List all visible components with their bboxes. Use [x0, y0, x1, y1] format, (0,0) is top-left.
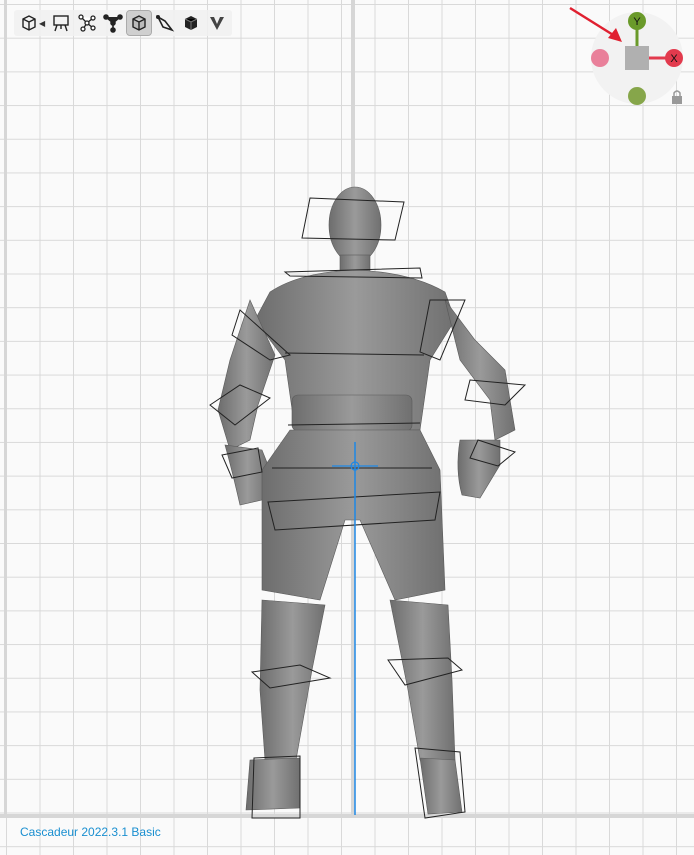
y-axis-label: Y — [633, 16, 641, 28]
easel-icon[interactable] — [49, 11, 73, 35]
v-shape-icon[interactable] — [205, 11, 229, 35]
x-axis-label: X — [670, 53, 678, 65]
view-cube-icon[interactable] — [17, 11, 41, 35]
negative-x-handle[interactable] — [591, 49, 609, 67]
lock-icon[interactable] — [672, 90, 682, 104]
negative-y-handle[interactable] — [628, 87, 646, 105]
annotation-arrow — [569, 6, 622, 42]
rigid-body-icon[interactable] — [153, 11, 177, 35]
box-mesh-icon[interactable] — [126, 10, 153, 36]
solid-cube-icon[interactable] — [179, 11, 203, 35]
character-model[interactable] — [0, 0, 694, 855]
3d-viewport[interactable]: ◀ Y X Cascadeur 2022.3.1 Basic — [0, 0, 694, 855]
point-controller-icon[interactable] — [101, 11, 125, 35]
version-label: Cascadeur 2022.3.1 Basic — [20, 825, 161, 839]
viewport-toolbar: ◀ — [14, 10, 233, 36]
joints-icon[interactable] — [75, 11, 99, 35]
dropdown-arrow-icon[interactable]: ◀ — [39, 19, 45, 28]
